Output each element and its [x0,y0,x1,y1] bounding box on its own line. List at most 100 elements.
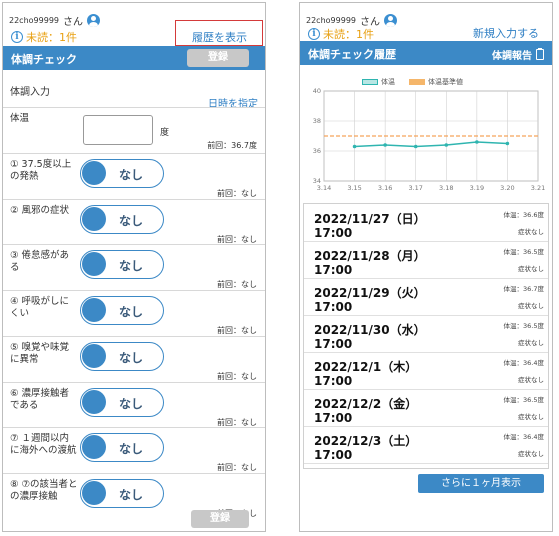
entry-date: 2022/11/30（水） [314,323,426,337]
entry-time: 17:00 [314,263,353,277]
entry-temp: 体温：36.4度 [503,433,544,441]
y-tick-label: 36 [313,147,321,155]
symptom-prev: 前回：なし [217,189,257,198]
symptom-row: ⑥ 濃厚接触者である なし前回：なし [3,381,265,428]
toggle-knob [82,252,106,277]
symptom-toggle[interactable]: なし [80,387,164,417]
temperature-chart: 3.14 3.15 3.16 3.17 3.18 3.19 3.20 3.21 40 38 36 34 [313,87,546,192]
symptom-toggle[interactable]: なし [80,250,164,280]
register-button-top[interactable]: 登録 [187,49,249,67]
toggle-label: なし [119,168,144,182]
entry-status: 症状なし [518,228,544,236]
x-tick-label: 3.18 [439,184,453,192]
history-entry[interactable]: 2022/12/3（土） 17:00 体温：36.4度症状なし [304,428,548,464]
info-icon: i [308,28,320,40]
toggle-label: なし [119,213,144,228]
y-tick-label: 38 [313,117,321,125]
avatar-icon[interactable] [87,14,100,27]
entry-temp: 体温：36.5度 [503,396,544,404]
toggle-knob [82,389,106,414]
entry-temp: 体温：36.6度 [503,211,544,219]
symptom-label: ⑦ １週間以内に海外への渡航 [10,433,77,457]
entry-time: 17:00 [314,226,353,240]
history-entry[interactable]: 2022/11/29（火） 17:00 体温：36.7度 症状なし [304,280,548,316]
unread-count: 未読：1件 [323,28,374,41]
entry-status: 症状なし [518,450,544,458]
symptom-prev: 前回：なし [217,326,257,336]
x-tick-label: 3.16 [378,184,392,192]
history-entry[interactable]: 2022/11/27（日） 17:00 体温：36.6度症状なし [304,206,548,242]
user-id: 22cho99999 [306,16,356,25]
history-link[interactable]: 履歴を表示 [192,29,247,45]
symptom-toggle[interactable]: なし [80,296,164,326]
body-temp-point [383,143,387,147]
entry-time: 17:00 [314,411,353,425]
temperature-label: 体温 [10,113,30,124]
entry-date: 2022/12/2（金） [314,397,418,411]
entry-date: 2022/11/29（火） [314,286,426,300]
show-more-month-button[interactable]: さらに１ヶ月表示 [418,474,544,493]
x-tick-label: 3.14 [317,184,331,192]
symptom-row: ⑦ １週間以内に海外への渡航 なし前回：なし [3,427,265,473]
toggle-label: なし [119,350,144,365]
x-tick-label: 3.15 [347,184,361,192]
toggle-knob [82,206,106,231]
history-list: 2022/11/27（日） 17:00 体温：36.6度 症状なし 2022/11/28… [303,203,549,469]
entry-date: 2022/11/28（月） [314,249,426,263]
symptom-prev: 前回：なし [217,280,257,290]
symptom-prev: 前回：なし [217,234,257,244]
entry-status: 症状なし [518,413,544,421]
symptom-toggle[interactable]: なし [80,433,164,463]
toggle-knob [82,480,106,505]
symptom-label: ⑥ 濃厚接触者である [10,387,70,411]
body-temp-point [444,143,449,147]
symptom-row: ① 37.5度以上の発熱 なし前回：なし [3,153,265,199]
entry-time: 17:00 [314,300,353,314]
entry-time: 17:00 [314,337,353,351]
temperature-input[interactable] [83,115,153,145]
unread-count: 未読：1件 [26,31,77,44]
temperature-prev: 前回：36.7度 [207,141,257,150]
entry-status: 症状なし [518,265,544,273]
symptom-prev: 前回：なし [217,463,257,473]
body-temp-point [413,144,418,149]
health-report-button[interactable]: 体調報告 [492,47,544,62]
health-check-panel: 22cho99999 さん i 未読：1件 履歴を表示 体調チェック 登録 体調… [2,2,266,532]
symptom-row: ④ 呼吸がしにくい なし前回：なし [3,290,265,336]
entry-date: 2022/12/1（木） [314,360,418,374]
temperature-unit: 度 [160,128,170,138]
entry-date: 2022/12/3（土） [314,434,418,448]
new-entry-link[interactable]: 新規入力する [473,25,539,41]
symptom-prev: 前回：なし [217,371,257,381]
entry-date: 2022/11/27（日） [314,212,426,226]
symptom-row: ⑤ 嗅覚や味覚に異常 なし 前回：なし [3,335,265,382]
unread-notice[interactable]: i 未読：1件 [11,29,77,45]
symptom-toggle[interactable]: なし [80,478,164,508]
symptom-toggle[interactable]: なし [80,159,164,188]
symptom-toggle[interactable]: なし [80,341,164,371]
symptom-toggle[interactable]: なし [80,204,164,234]
history-entry[interactable]: 2022/12/2（金） 17:00 体温：36.5度症状なし [304,391,548,427]
symptom-label: ① 37.5度以上の発熱 [10,159,72,182]
clipboard-icon [536,48,544,60]
history-entry[interactable]: 2022/12/1（木） 17:00 体温：36.4度 症状なし [304,354,548,390]
history-entry[interactable]: 2022/11/30（水） 17:00 体温：36.5度 症状なし [304,317,548,353]
health-history-panel: 22cho99999 さん i 未読：1件 新規入力する 体調チェック履歴 体調… [299,2,553,532]
symptom-row: ③ 倦怠感がある なし 前回：なし [3,244,265,290]
unread-notice[interactable]: i 未読：1件 [308,26,374,42]
entry-time: 17:00 [314,448,353,462]
report-label: 体調報告 [492,51,532,62]
user-id: 22cho99999 [9,16,59,25]
entry-status: 症状なし [518,376,544,384]
history-entry[interactable]: 2022/11/28（月） 17:00 体温：36.5度 症状なし [304,243,548,279]
toggle-knob [82,343,106,368]
symptom-prev: 前回：なし [217,417,257,427]
toggle-label: なし [119,442,144,457]
toggle-label: なし [119,305,144,320]
symptom-label: ④ 呼吸がしにくい [10,296,70,320]
x-tick-label: 3.20 [500,184,514,192]
toggle-knob [82,298,106,323]
body-temp-point [505,141,510,146]
register-button-bottom[interactable]: 登録 [191,510,249,528]
avatar-icon[interactable] [384,14,397,27]
